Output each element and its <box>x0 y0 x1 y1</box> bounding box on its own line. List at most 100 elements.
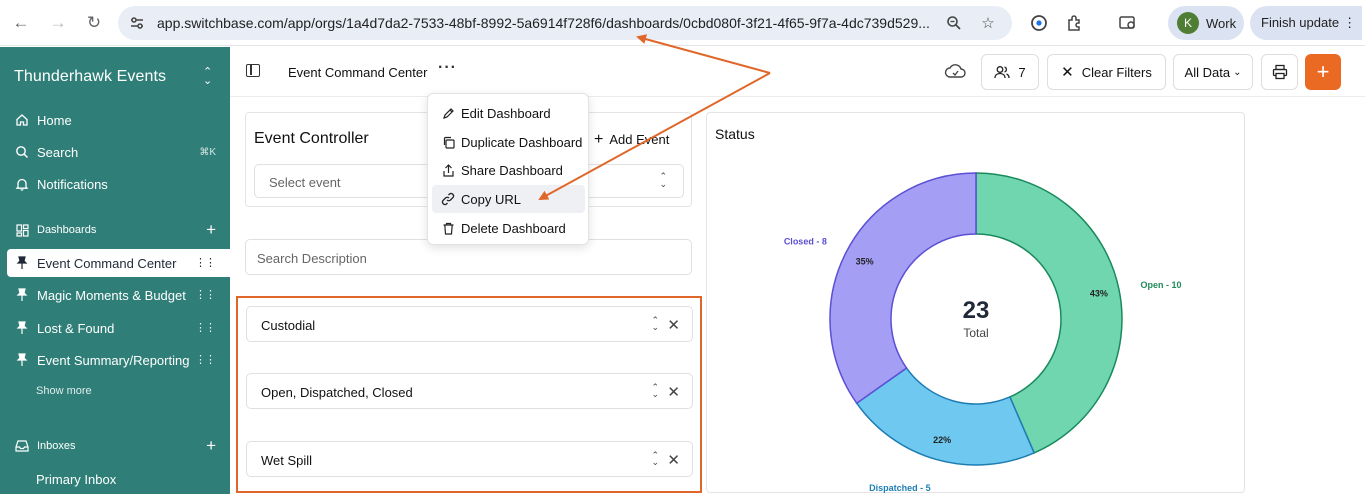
dashboards-section-label: Dashboards <box>37 224 97 236</box>
sidebar-item-magic-moments[interactable]: Magic Moments & Budget ⋮⋮ <box>0 281 230 309</box>
menu-item-duplicate-dashboard[interactable]: Duplicate Dashboard <box>432 128 585 156</box>
event-select-placeholder: Select event <box>269 175 341 190</box>
search-shortcut: ⌘K <box>199 146 216 158</box>
add-event-button[interactable]: + Add Event <box>594 131 669 149</box>
chevron-down-icon: ⌄ <box>1233 66 1242 78</box>
donut-total-value: 23 <box>963 297 990 324</box>
donut-category-label-open: Open - 10 <box>1140 280 1181 290</box>
data-scope-select[interactable]: All Data ⌄ <box>1173 54 1253 90</box>
add-dashboard-icon[interactable]: + <box>206 220 216 240</box>
share-icon <box>440 163 456 177</box>
sidebar-item-home[interactable]: Home <box>0 106 230 134</box>
more-vert-icon: ⋮ <box>1343 15 1357 30</box>
sidebar-item-lost-found[interactable]: Lost & Found ⋮⋮ <box>0 314 230 342</box>
finish-update-button[interactable]: Finish update ⋮ <box>1250 6 1362 40</box>
chevron-up-down-icon[interactable]: ⌃ ⌄ <box>651 316 659 332</box>
dashboard-icon <box>15 223 29 237</box>
site-settings-icon[interactable] <box>128 14 146 32</box>
drag-handle-icon[interactable]: ⋮⋮ <box>195 257 216 268</box>
printer-icon <box>1272 64 1287 80</box>
donut-percent-label-open: 43% <box>1090 288 1108 298</box>
performance-icon[interactable] <box>1028 12 1050 34</box>
drag-handle-icon[interactable]: ⋮⋮ <box>195 354 216 365</box>
menu-item-label: Copy URL <box>461 191 521 207</box>
profile-button[interactable]: K Work <box>1168 6 1244 40</box>
sidebar-item-label: Event Summary/Reporting <box>37 352 190 368</box>
chevron-up-down-icon[interactable]: ⌃ ⌄ <box>651 451 659 467</box>
drag-handle-icon[interactable]: ⋮⋮ <box>195 322 216 333</box>
pin-icon <box>15 288 29 302</box>
reload-icon[interactable]: ↻ <box>81 10 107 36</box>
show-more-link[interactable]: Show more <box>36 385 92 397</box>
extensions-icon[interactable] <box>1064 12 1086 34</box>
menu-item-share-dashboard[interactable]: Share Dashboard <box>432 156 585 184</box>
active-filters-group: Custodial ⌃ ⌄ ✕ Open, Dispatched, Closed … <box>236 296 702 493</box>
sidebar-item-label: Home <box>37 112 72 128</box>
more-options-icon[interactable]: ··· <box>438 59 457 77</box>
pin-icon <box>15 256 29 270</box>
trash-icon <box>440 222 456 235</box>
add-event-label: Add Event <box>609 132 670 147</box>
clear-filters-label: Clear Filters <box>1081 64 1152 80</box>
home-icon <box>15 113 29 127</box>
users-button[interactable]: 7 <box>981 54 1039 90</box>
browser-toolbar: ← → ↻ app.switchbase.com/app/orgs/1a4d7d… <box>0 0 1365 46</box>
avatar: K <box>1177 12 1199 34</box>
bell-icon <box>15 177 29 191</box>
status-chart-panel: Status 43% Open - 10 22% Dispatched - 5 35% C… <box>706 112 1245 493</box>
workspace-switcher-icon[interactable]: ⌃ ⌄ <box>203 67 212 87</box>
url-text[interactable]: app.switchbase.com/app/orgs/1a4d7da2-753… <box>157 15 937 31</box>
filter-chip-status[interactable]: Open, Dispatched, Closed ⌃ ⌄ ✕ <box>246 373 693 409</box>
sidebar-item-event-summary[interactable]: Event Summary/Reporting ⋮⋮ <box>0 346 230 374</box>
donut-category-label-dispatched: Dispatched - 5 <box>869 483 931 493</box>
donut-percent-label-dispatched: 22% <box>933 435 951 445</box>
close-icon: ✕ <box>1061 64 1074 81</box>
print-button[interactable] <box>1261 54 1298 90</box>
workspace-name[interactable]: Thunderhawk Events <box>14 68 166 86</box>
dashboard-toolbar: Event Command Center ··· 7 ✕ Clear Filte… <box>230 47 1365 97</box>
users-icon <box>994 66 1011 79</box>
sidebar-item-search[interactable]: Search ⌘K <box>0 138 230 166</box>
remove-filter-icon[interactable]: ✕ <box>667 316 680 334</box>
dashboards-section: Dashboards + <box>0 219 230 241</box>
remove-filter-icon[interactable]: ✕ <box>667 451 680 469</box>
menu-item-delete-dashboard[interactable]: Delete Dashboard <box>432 214 585 242</box>
finish-update-label: Finish update <box>1261 15 1340 30</box>
drag-handle-icon[interactable]: ⋮⋮ <box>195 289 216 300</box>
sidebar-toggle-icon[interactable] <box>246 64 260 77</box>
edit-icon <box>440 107 456 120</box>
chevron-up-down-icon[interactable]: ⌃ ⌄ <box>651 383 659 399</box>
dashboard-title: Event Command Center <box>288 65 428 80</box>
donut-total-label: Total <box>963 326 988 340</box>
menu-item-copy-url[interactable]: Copy URL <box>432 185 585 213</box>
sidebar-item-label: Event Command Center <box>37 255 177 271</box>
inboxes-section: Inboxes + <box>0 435 230 457</box>
search-description-placeholder: Search Description <box>257 251 367 266</box>
search-icon <box>15 145 29 159</box>
chevron-up-down-icon: ⌃ ⌄ <box>659 171 667 189</box>
forward-icon[interactable]: → <box>45 10 71 36</box>
address-bar[interactable]: app.switchbase.com/app/orgs/1a4d7da2-753… <box>118 6 1012 40</box>
add-inbox-icon[interactable]: + <box>206 436 216 456</box>
filter-chip-wet-spill[interactable]: Wet Spill ⌃ ⌄ ✕ <box>246 441 693 477</box>
tab-search-icon[interactable] <box>1117 12 1139 34</box>
menu-item-label: Edit Dashboard <box>461 105 551 121</box>
add-widget-button[interactable]: + <box>1305 54 1341 90</box>
filter-label: Custodial <box>261 318 316 333</box>
clear-filters-button[interactable]: ✕ Clear Filters <box>1047 54 1166 90</box>
back-icon[interactable]: ← <box>8 10 34 36</box>
zoom-icon[interactable] <box>944 13 964 33</box>
filter-chip-custodial[interactable]: Custodial ⌃ ⌄ ✕ <box>246 306 693 342</box>
sidebar-item-event-command-center[interactable]: Event Command Center ⋮⋮ <box>7 249 230 277</box>
sidebar-item-primary-inbox[interactable]: Primary Inbox <box>0 465 230 493</box>
menu-item-edit-dashboard[interactable]: Edit Dashboard <box>432 99 585 127</box>
data-scope-value: All Data <box>1184 64 1231 80</box>
pin-icon <box>15 321 29 335</box>
sidebar-item-label: Magic Moments & Budget <box>37 287 186 303</box>
inbox-icon <box>15 440 29 452</box>
sidebar-item-notifications[interactable]: Notifications <box>0 170 230 198</box>
donut-slice-closed[interactable] <box>829 172 977 405</box>
bookmark-star-icon[interactable]: ☆ <box>978 13 998 33</box>
remove-filter-icon[interactable]: ✕ <box>667 383 680 401</box>
menu-item-label: Duplicate Dashboard <box>461 134 583 150</box>
